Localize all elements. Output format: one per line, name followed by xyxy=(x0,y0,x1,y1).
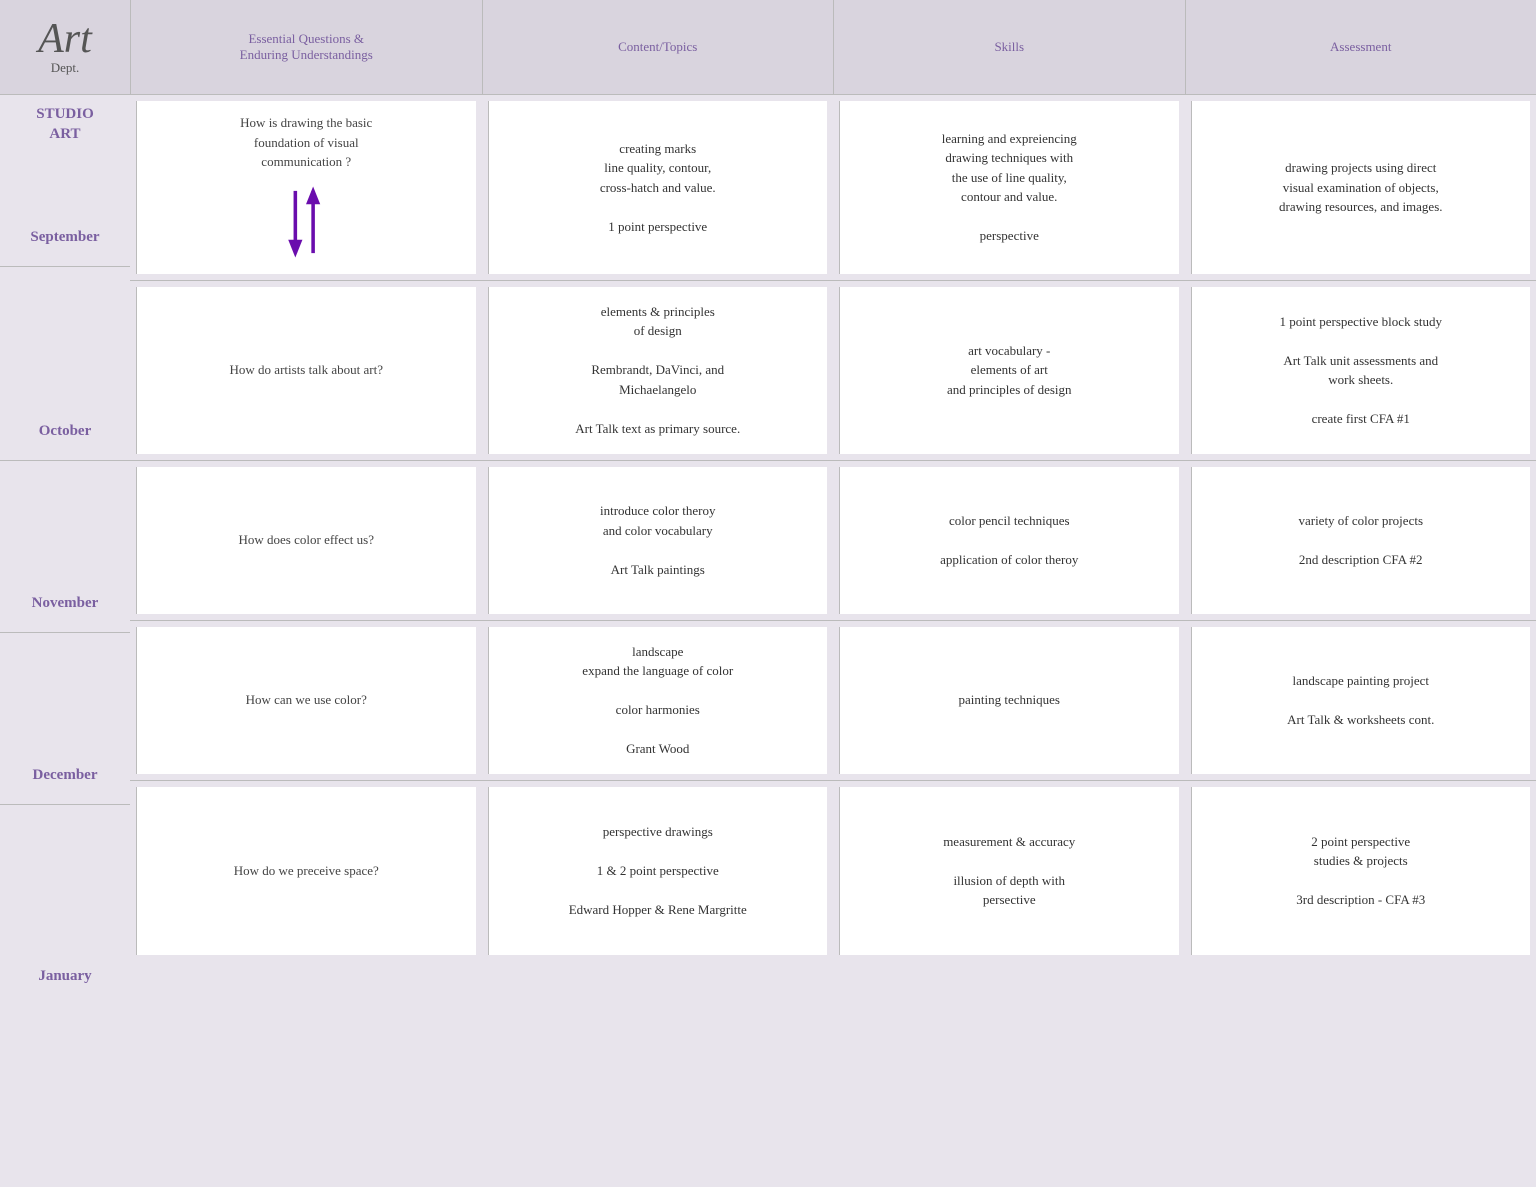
month-block-october: October xyxy=(0,267,130,461)
header-row: Art Dept. Essential Questions & Enduring… xyxy=(0,0,1536,95)
art-title: Art xyxy=(38,18,92,60)
skills-text-0: learning and expreiencing drawing techni… xyxy=(942,129,1077,246)
month-october: October xyxy=(39,423,91,450)
header-col-content-label: Content/Topics xyxy=(618,39,697,55)
row-november: How does color effect us? introduce colo… xyxy=(130,461,1536,621)
content-cell-1: elements & principles of design Rembrand… xyxy=(488,287,828,454)
eq-text-4: How do we preceive space? xyxy=(234,861,379,881)
eq-cell-2: How does color effect us? xyxy=(136,467,476,614)
assessment-text-4: 2 point perspective studies & projects 3… xyxy=(1296,832,1425,910)
assessment-cell-3: landscape painting project Art Talk & wo… xyxy=(1191,627,1531,774)
skills-cell-0: learning and expreiencing drawing techni… xyxy=(839,101,1179,274)
month-december: December xyxy=(33,767,98,794)
skills-cell-3: painting techniques xyxy=(839,627,1179,774)
header-col-assessment-label: Assessment xyxy=(1330,39,1391,55)
eq-text-2: How does color effect us? xyxy=(239,530,375,550)
row-october: How do artists talk about art? elements … xyxy=(130,281,1536,461)
page: Art Dept. Essential Questions & Enduring… xyxy=(0,0,1536,1187)
header-col-content: Content/Topics xyxy=(482,0,834,94)
header-col-assessment: Assessment xyxy=(1185,0,1536,94)
month-block-november: November xyxy=(0,461,130,633)
month-block-january: January xyxy=(0,805,130,1005)
arrow-container xyxy=(276,182,336,262)
content-cell-2: introduce color theroy and color vocabul… xyxy=(488,467,828,614)
arrows-icon xyxy=(276,182,336,262)
eq-text-1: How do artists talk about art? xyxy=(230,360,383,380)
left-labels: STUDIO ART September October November De… xyxy=(0,95,130,1187)
assessment-text-2: variety of color projects 2nd descriptio… xyxy=(1298,511,1423,570)
skills-text-3: painting techniques xyxy=(959,690,1060,710)
content-cell-4: perspective drawings 1 & 2 point perspec… xyxy=(488,787,828,955)
content-text-1: elements & principles of design Rembrand… xyxy=(575,302,740,439)
header-col-eq-label: Essential Questions & Enduring Understan… xyxy=(240,31,373,63)
content-text-0: creating marks line quality, contour, cr… xyxy=(600,139,716,237)
dept-label: Dept. xyxy=(51,60,80,76)
assessment-text-0: drawing projects using direct visual exa… xyxy=(1279,158,1443,217)
skills-text-4: measurement & accuracy illusion of depth… xyxy=(943,832,1075,910)
skills-text-1: art vocabulary - elements of art and pri… xyxy=(947,341,1072,400)
content-cell-3: landscape expand the language of color c… xyxy=(488,627,828,774)
header-col-eq: Essential Questions & Enduring Understan… xyxy=(130,0,482,94)
row-september: How is drawing the basic foundation of v… xyxy=(130,95,1536,281)
assessment-text-1: 1 point perspective block study Art Talk… xyxy=(1280,312,1442,429)
month-november: November xyxy=(32,595,99,622)
month-september: September xyxy=(30,229,99,256)
assessment-cell-4: 2 point perspective studies & projects 3… xyxy=(1191,787,1531,955)
assessment-cell-0: drawing projects using direct visual exa… xyxy=(1191,101,1531,274)
eq-cell-0: How is drawing the basic foundation of v… xyxy=(136,101,476,274)
header-dept: Art Dept. xyxy=(0,0,130,94)
content-text-2: introduce color theroy and color vocabul… xyxy=(600,501,716,579)
row-december: How can we use color? landscape expand t… xyxy=(130,621,1536,781)
eq-cell-1: How do artists talk about art? xyxy=(136,287,476,454)
assessment-cell-1: 1 point perspective block study Art Talk… xyxy=(1191,287,1531,454)
skills-cell-1: art vocabulary - elements of art and pri… xyxy=(839,287,1179,454)
assessment-text-3: landscape painting project Art Talk & wo… xyxy=(1287,671,1434,730)
header-col-skills: Skills xyxy=(833,0,1185,94)
body-area: STUDIO ART September October November De… xyxy=(0,95,1536,1187)
skills-cell-2: color pencil techniques application of c… xyxy=(839,467,1179,614)
row-january: How do we preceive space? perspective dr… xyxy=(130,781,1536,961)
month-block-september: STUDIO ART September xyxy=(0,95,130,267)
skills-text-2: color pencil techniques application of c… xyxy=(940,511,1078,570)
content-text-3: landscape expand the language of color c… xyxy=(582,642,733,759)
content-cell-0: creating marks line quality, contour, cr… xyxy=(488,101,828,274)
eq-cell-4: How do we preceive space? xyxy=(136,787,476,955)
studio-art-label: STUDIO ART xyxy=(36,95,94,144)
skills-cell-4: measurement & accuracy illusion of depth… xyxy=(839,787,1179,955)
grid-area: How is drawing the basic foundation of v… xyxy=(130,95,1536,1187)
eq-text-0: How is drawing the basic foundation of v… xyxy=(240,113,372,172)
assessment-cell-2: variety of color projects 2nd descriptio… xyxy=(1191,467,1531,614)
month-block-december: December xyxy=(0,633,130,805)
content-text-4: perspective drawings 1 & 2 point perspec… xyxy=(569,822,747,920)
header-col-skills-label: Skills xyxy=(994,39,1024,55)
eq-text-3: How can we use color? xyxy=(246,690,367,710)
month-january: January xyxy=(38,968,91,995)
eq-cell-3: How can we use color? xyxy=(136,627,476,774)
